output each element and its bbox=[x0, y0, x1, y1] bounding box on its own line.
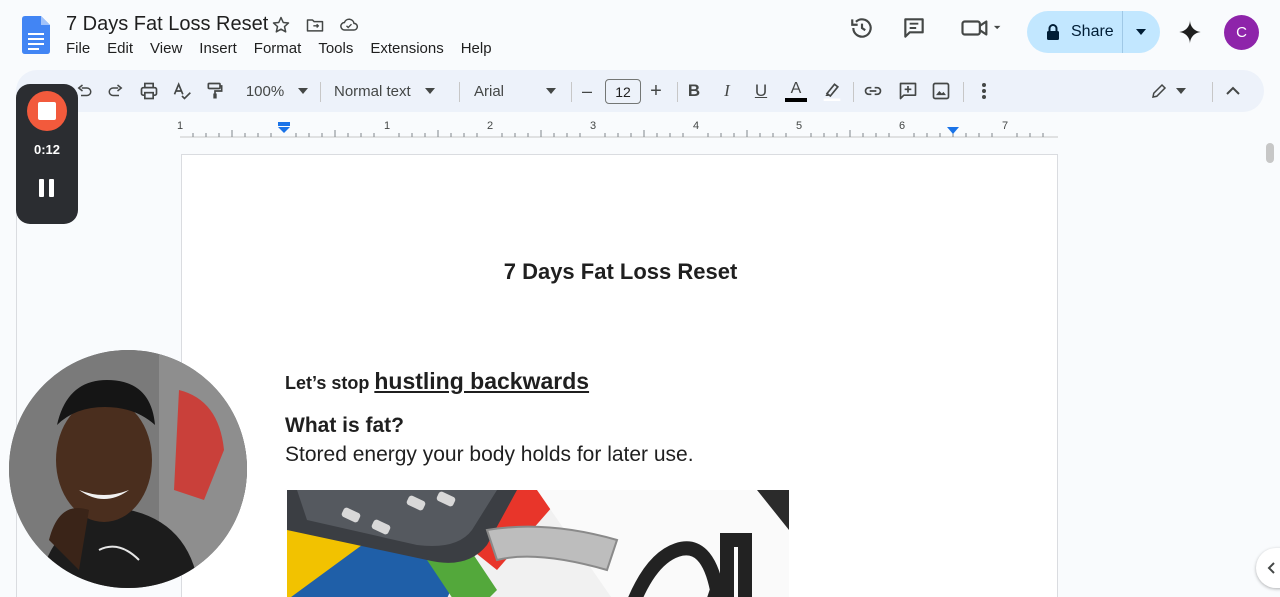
meet-icon[interactable] bbox=[958, 14, 1006, 42]
webcam-person-illustration bbox=[9, 350, 247, 588]
spellcheck-icon[interactable] bbox=[170, 79, 194, 103]
font-value: Arial bbox=[474, 82, 505, 100]
left-indent-marker-icon[interactable] bbox=[277, 122, 291, 134]
share-label: Share bbox=[1071, 23, 1114, 40]
insert-link-icon[interactable] bbox=[861, 79, 885, 103]
share-main[interactable]: Share bbox=[1027, 11, 1123, 53]
caret-down-icon bbox=[1136, 29, 1146, 35]
screen-recorder-panel: 0:12 bbox=[16, 84, 78, 224]
answer-text[interactable]: Stored energy your body holds for later … bbox=[285, 443, 694, 467]
share-button[interactable]: Share bbox=[1027, 11, 1160, 53]
header-actions bbox=[848, 14, 1006, 42]
intro-line[interactable]: Let’s stop hustling backwards bbox=[285, 368, 589, 395]
toolbar-divider bbox=[677, 82, 678, 102]
toolbar-divider bbox=[853, 82, 854, 102]
ruler-number: 7 bbox=[1002, 120, 1009, 132]
toolbar-divider bbox=[571, 82, 572, 102]
ruler-number: 5 bbox=[796, 120, 803, 132]
menu-extensions[interactable]: Extensions bbox=[370, 40, 451, 57]
cloud-saved-icon[interactable] bbox=[338, 14, 360, 36]
bold-button[interactable]: B bbox=[684, 79, 704, 103]
stop-icon bbox=[38, 102, 56, 120]
caret-down-icon bbox=[298, 88, 309, 94]
paragraph-style-value: Normal text bbox=[334, 82, 411, 100]
version-history-icon[interactable] bbox=[848, 14, 876, 42]
zoom-value: 100% bbox=[245, 82, 285, 100]
title-bar: 7 Days Fat Loss Reset File Edit View Ins… bbox=[0, 0, 1280, 68]
intro-emphasis: hustling backwards bbox=[374, 368, 590, 394]
font-select[interactable]: Arial bbox=[474, 79, 558, 103]
more-options-icon[interactable] bbox=[972, 79, 996, 103]
pause-icon[interactable] bbox=[39, 179, 55, 197]
calculator-clipboard-illustration bbox=[287, 490, 789, 597]
toolbar-divider bbox=[459, 82, 460, 102]
hide-menus-icon[interactable] bbox=[1221, 79, 1245, 103]
account-avatar[interactable]: C bbox=[1224, 15, 1259, 50]
star-icon[interactable] bbox=[270, 14, 292, 36]
right-indent-marker-icon[interactable] bbox=[947, 127, 959, 135]
paragraph-style-select[interactable]: Normal text bbox=[334, 79, 446, 103]
zoom-select[interactable]: 100% bbox=[242, 79, 312, 103]
menu-help[interactable]: Help bbox=[461, 40, 500, 57]
gemini-sparkle-icon[interactable] bbox=[1178, 20, 1202, 44]
ruler[interactable]: 1 1 2 3 4 5 6 7 bbox=[0, 114, 1280, 138]
intro-prefix: Let’s stop bbox=[285, 373, 375, 393]
caret-down-icon bbox=[1176, 88, 1186, 94]
editing-mode-select[interactable] bbox=[1146, 79, 1190, 103]
caret-down-icon bbox=[546, 88, 557, 94]
ruler-number: 1 bbox=[177, 120, 184, 132]
highlight-color-icon[interactable] bbox=[820, 79, 844, 103]
share-dropdown[interactable] bbox=[1123, 29, 1159, 35]
ruler-number: 3 bbox=[590, 120, 597, 132]
recording-timer: 0:12 bbox=[33, 142, 61, 157]
move-folder-icon[interactable] bbox=[304, 14, 326, 36]
decrease-font-size-button[interactable]: – bbox=[578, 79, 596, 103]
docs-logo-icon[interactable] bbox=[22, 16, 50, 54]
menu-file[interactable]: File bbox=[66, 40, 98, 57]
font-size-input[interactable]: 12 bbox=[605, 79, 641, 104]
redo-icon[interactable] bbox=[104, 79, 128, 103]
toolbar-divider bbox=[1212, 82, 1213, 102]
increase-font-size-button[interactable]: + bbox=[646, 79, 666, 103]
print-icon[interactable] bbox=[137, 79, 161, 103]
menu-format[interactable]: Format bbox=[254, 40, 310, 57]
text-color-button[interactable]: A bbox=[784, 79, 808, 103]
caret-down-icon bbox=[424, 88, 435, 94]
menu-view[interactable]: View bbox=[150, 40, 190, 57]
menu-tools[interactable]: Tools bbox=[318, 40, 361, 57]
text-color-letter: A bbox=[790, 79, 802, 97]
ruler-number: 1 bbox=[384, 120, 391, 132]
formatting-toolbar: 100% Normal text Arial – 12 + B I U A bbox=[16, 70, 1264, 112]
underline-button[interactable]: U bbox=[751, 79, 771, 103]
pencil-icon bbox=[1152, 83, 1167, 98]
lock-icon bbox=[1047, 24, 1059, 40]
menu-edit[interactable]: Edit bbox=[107, 40, 141, 57]
italic-button[interactable]: I bbox=[717, 79, 737, 103]
comments-icon[interactable] bbox=[900, 14, 928, 42]
ruler-number: 4 bbox=[693, 120, 700, 132]
toolbar-divider bbox=[320, 82, 321, 102]
toolbar-divider bbox=[963, 82, 964, 102]
ruler-number: 6 bbox=[899, 120, 906, 132]
document-heading[interactable]: 7 Days Fat Loss Reset bbox=[182, 259, 1059, 285]
insert-image-icon[interactable] bbox=[929, 79, 953, 103]
add-comment-icon[interactable] bbox=[896, 79, 920, 103]
paint-format-icon[interactable] bbox=[203, 79, 227, 103]
title-icons bbox=[270, 14, 360, 36]
document-title[interactable]: 7 Days Fat Loss Reset bbox=[66, 13, 268, 36]
document-page[interactable]: 7 Days Fat Loss Reset Let’s stop hustlin… bbox=[181, 154, 1058, 597]
menu-bar: File Edit View Insert Format Tools Exten… bbox=[66, 40, 509, 57]
question-heading[interactable]: What is fat? bbox=[285, 414, 404, 438]
ruler-ticks bbox=[180, 130, 1058, 138]
vertical-scrollbar[interactable] bbox=[1266, 143, 1274, 163]
menu-insert[interactable]: Insert bbox=[199, 40, 245, 57]
chevron-left-icon bbox=[1267, 562, 1275, 574]
stop-recording-button[interactable] bbox=[27, 91, 67, 131]
ruler-number: 2 bbox=[487, 120, 494, 132]
webcam-bubble[interactable] bbox=[9, 350, 247, 588]
text-color-swatch bbox=[785, 97, 807, 102]
calculator-clipboard-image[interactable] bbox=[287, 490, 789, 597]
